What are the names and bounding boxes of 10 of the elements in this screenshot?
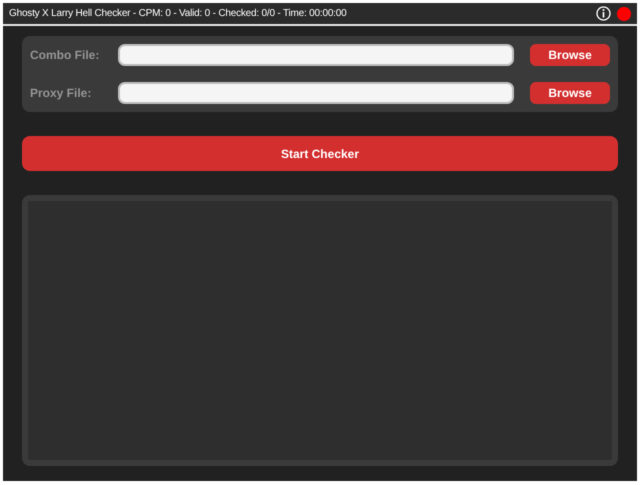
browse-button[interactable]: Browse	[530, 44, 610, 66]
field-label: Proxy File:	[30, 85, 92, 102]
file-path-field[interactable]	[118, 44, 514, 66]
info-icon[interactable]	[596, 6, 611, 21]
browse-button[interactable]: Browse	[530, 82, 610, 104]
start-checker-button[interactable]: Start Checker	[22, 136, 618, 171]
window-title: Ghosty X Larry Hell Checker - CPM: 0 - Valid: 0 - Checked: 0/0 - Time: 00:00:00	[9, 7, 346, 21]
file-path-field[interactable]	[118, 82, 514, 104]
field-label: Combo File:	[30, 47, 100, 64]
close-icon[interactable]	[617, 6, 631, 20]
